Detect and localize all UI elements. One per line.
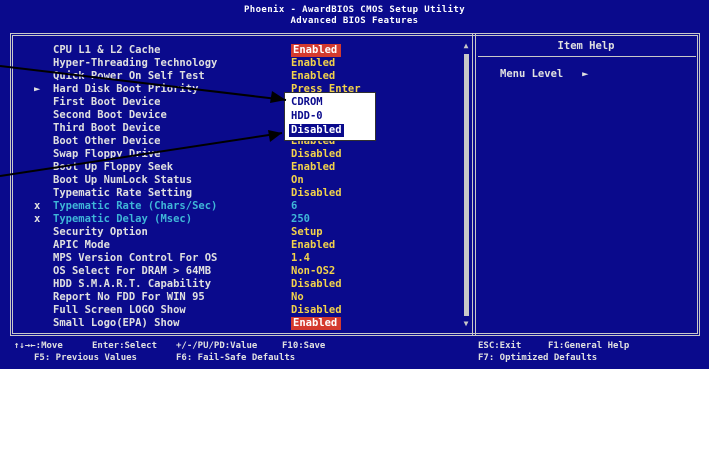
setting-label: Full Screen LOGO Show <box>53 304 186 316</box>
setting-value[interactable]: Disabled <box>291 304 342 317</box>
setting-row[interactable]: CPU L1 & L2 Cache Enabled <box>0 44 472 57</box>
setting-row[interactable]: Report No FDD For WIN 95 No <box>0 291 472 304</box>
setting-row[interactable]: Small Logo(EPA) Show Enabled <box>0 317 472 330</box>
setting-label: Small Logo(EPA) Show <box>53 317 180 329</box>
bios-screen: Phoenix - AwardBIOS CMOS Setup Utility A… <box>0 0 709 369</box>
setting-label: Security Option <box>53 226 148 238</box>
key-optimized-defaults: F7: Optimized Defaults <box>478 353 598 363</box>
key-legend: ↑↓→←:Move Enter:Select +/-/PU/PD:Value F… <box>0 338 709 369</box>
setting-label: First Boot Device <box>53 96 161 108</box>
setting-label: MPS Version Control For OS <box>53 252 218 264</box>
setting-value[interactable]: Enabled <box>291 239 335 252</box>
setting-row[interactable]: First Boot Device CDROM <box>0 96 472 109</box>
setting-row[interactable]: Boot Up Floppy Seek Enabled <box>0 161 472 174</box>
setting-value[interactable]: Enabled <box>291 44 342 57</box>
setting-row[interactable]: Typematic Rate Setting Disabled <box>0 187 472 200</box>
setting-value[interactable]: Enabled <box>291 317 342 330</box>
setting-value[interactable]: Disabled <box>291 187 342 200</box>
key-save: F10:Save <box>282 341 326 351</box>
setting-row[interactable]: Full Screen LOGO Show Disabled <box>0 304 472 317</box>
setting-label: Hard Disk Boot Priority <box>53 83 199 95</box>
key-previous-values: F5: Previous Values <box>34 353 137 363</box>
scrollbar[interactable]: ▲ ▼ <box>461 42 471 328</box>
panel-divider <box>472 33 476 336</box>
setting-label: Swap Floppy Drive <box>53 148 161 160</box>
disabled-marker-icon: x <box>34 200 41 212</box>
setting-label: Typematic Rate Setting <box>53 187 193 199</box>
setting-row[interactable]: ► Hard Disk Boot Priority Press Enter <box>0 83 472 96</box>
setting-row[interactable]: x Typematic Rate (Chars/Sec) 6 <box>0 200 472 213</box>
key-value: +/-/PU/PD:Value <box>176 341 258 351</box>
item-help-text: Menu Level ► <box>500 68 589 80</box>
setting-row[interactable]: MPS Version Control For OS 1.4 <box>0 252 472 265</box>
popup-option[interactable]: Disabled <box>289 124 344 137</box>
setting-value[interactable]: Enabled <box>291 57 335 70</box>
setting-row[interactable]: HDD S.M.A.R.T. Capability Disabled <box>0 278 472 291</box>
setting-row[interactable]: Boot Up NumLock Status On <box>0 174 472 187</box>
setting-value[interactable]: 6 <box>291 200 297 213</box>
setting-label: Boot Up Floppy Seek <box>53 161 174 173</box>
setting-label: APIC Mode <box>53 239 110 251</box>
setting-value[interactable]: Setup <box>291 226 323 239</box>
setting-label: Typematic Delay (Msec) <box>53 213 193 225</box>
setting-label: OS Select For DRAM > 64MB <box>53 265 212 277</box>
item-help-divider <box>478 56 696 57</box>
page-title: Advanced BIOS Features <box>290 16 419 26</box>
app-title: Phoenix - AwardBIOS CMOS Setup Utility <box>243 5 466 15</box>
popup-option[interactable]: CDROM <box>289 96 325 109</box>
setting-value[interactable]: Enabled <box>291 70 335 83</box>
popup-option[interactable]: HDD-0 <box>289 110 325 123</box>
title-bar: Phoenix - AwardBIOS CMOS Setup Utility A… <box>0 0 709 34</box>
scroll-up-icon[interactable]: ▲ <box>461 42 471 50</box>
boot-device-popup[interactable]: CDROM HDD-0 Disabled <box>284 92 376 141</box>
setting-row[interactable]: APIC Mode Enabled <box>0 239 472 252</box>
key-exit: ESC:Exit <box>478 341 522 351</box>
setting-value[interactable]: Disabled <box>291 148 342 161</box>
setting-value[interactable]: Enabled <box>291 161 335 174</box>
setting-label: Second Boot Device <box>53 109 167 121</box>
key-general-help: F1:General Help <box>548 341 630 351</box>
setting-value[interactable]: Disabled <box>291 278 342 291</box>
setting-label: Typematic Rate (Chars/Sec) <box>53 200 218 212</box>
setting-row[interactable]: OS Select For DRAM > 64MB Non-OS2 <box>0 265 472 278</box>
setting-label: Report No FDD For WIN 95 <box>53 291 205 303</box>
setting-row[interactable]: Security Option Setup <box>0 226 472 239</box>
setting-row[interactable]: Swap Floppy Drive Disabled <box>0 148 472 161</box>
setting-row[interactable]: Third Boot Device Disabled <box>0 122 472 135</box>
key-failsafe-defaults: F6: Fail-Safe Defaults <box>176 353 296 363</box>
setting-label: Quick Power On Self Test <box>53 70 205 82</box>
setting-label: CPU L1 & L2 Cache <box>53 44 161 56</box>
setting-row[interactable]: Quick Power On Self Test Enabled <box>0 70 472 83</box>
key-move: ↑↓→←:Move <box>14 341 63 351</box>
key-select: Enter:Select <box>92 341 158 351</box>
setting-row[interactable]: Second Boot Device HDD-0 <box>0 109 472 122</box>
setting-value[interactable]: 250 <box>291 213 310 226</box>
setting-value[interactable]: Non-OS2 <box>291 265 335 278</box>
setting-label: HDD S.M.A.R.T. Capability <box>53 278 212 290</box>
setting-label: Boot Other Device <box>53 135 161 147</box>
setting-value[interactable]: 1.4 <box>291 252 310 265</box>
setting-value[interactable]: No <box>291 291 304 304</box>
scroll-down-icon[interactable]: ▼ <box>461 320 471 328</box>
setting-label: Boot Up NumLock Status <box>53 174 193 186</box>
setting-row[interactable]: x Typematic Delay (Msec) 250 <box>0 213 472 226</box>
disabled-marker-icon: x <box>34 213 41 225</box>
setting-row[interactable]: Boot Other Device Enabled <box>0 135 472 148</box>
setting-row[interactable]: Hyper-Threading Technology Enabled <box>0 57 472 70</box>
submenu-arrow-icon: ► <box>34 83 41 95</box>
setting-value[interactable]: On <box>291 174 304 187</box>
scrollbar-track[interactable] <box>464 54 469 316</box>
setting-label: Third Boot Device <box>53 122 161 134</box>
item-help-title: Item Help <box>557 40 615 52</box>
setting-label: Hyper-Threading Technology <box>53 57 218 69</box>
